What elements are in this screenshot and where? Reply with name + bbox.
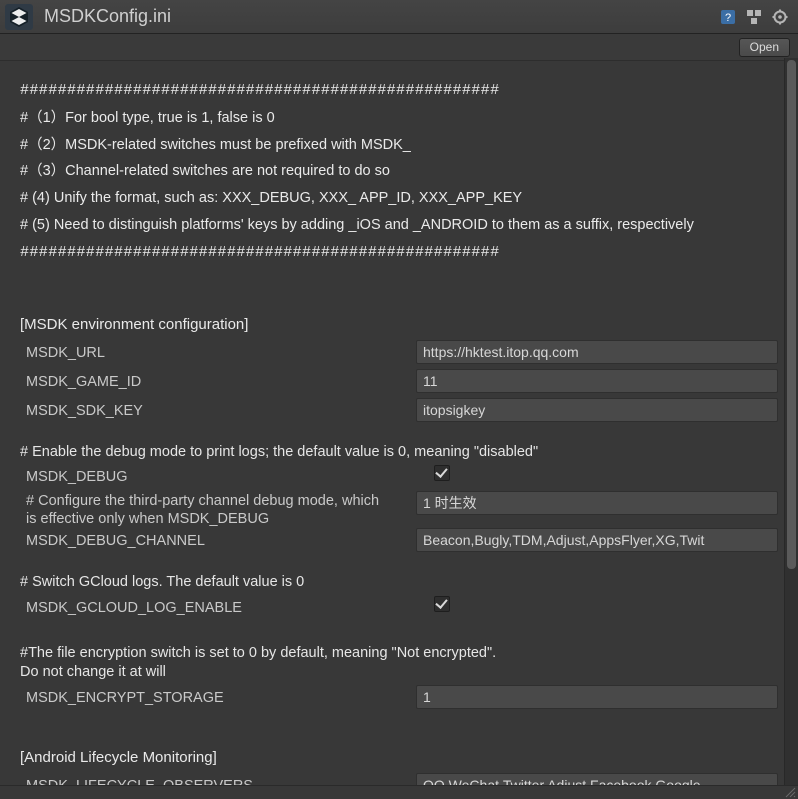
rule-line: # (4) Unify the format, such as: XXX_DEB… (20, 185, 788, 212)
config-key-label: MSDK_DEBUG_CHANNEL (20, 528, 416, 555)
section-title-env: [MSDK environment configuration] (20, 311, 788, 339)
debug-channel-input[interactable] (416, 528, 778, 552)
msdk-url-input[interactable] (416, 340, 778, 364)
config-row: # Configure the third-party channel debu… (20, 491, 788, 528)
vertical-scrollbar[interactable] (784, 58, 798, 785)
comment-text: Do not change it at will (20, 664, 166, 680)
section-title-lifecycle: [Android Lifecycle Monitoring] (20, 744, 788, 772)
config-row: MSDK_DEBUG_CHANNEL (20, 528, 788, 555)
msdk-gameid-input[interactable] (416, 369, 778, 393)
debug-effective-input[interactable] (416, 491, 778, 515)
rule-line: # (5) Need to distinguish platforms' key… (20, 212, 788, 239)
svg-text:?: ? (725, 12, 731, 24)
rule-line: #（2）MSDK-related switches must be prefix… (20, 132, 788, 159)
config-key-label: MSDK_GAME_ID (20, 369, 416, 396)
scrollbar-thumb[interactable] (787, 60, 796, 569)
config-key-label: MSDK_DEBUG (20, 464, 416, 491)
config-row: MSDK_SDK_KEY (20, 398, 788, 425)
hash-line-top: ########################################… (20, 77, 788, 105)
hash-line-bottom: ########################################… (20, 239, 788, 267)
comment-line: # Switch GCloud logs. The default value … (20, 573, 788, 593)
config-key-label: MSDK_ENCRYPT_STORAGE (20, 685, 416, 712)
inspector-header: MSDKConfig.ini ? (0, 0, 798, 34)
config-row: MSDK_ENCRYPT_STORAGE (20, 685, 788, 712)
rule-line: #（1）For bool type, true is 1, false is 0 (20, 105, 788, 132)
unity-logo-icon (4, 3, 34, 31)
comment-multiline: # Configure the third-party channel debu… (20, 491, 416, 528)
window-title: MSDKConfig.ini (44, 6, 720, 27)
rule-line: #（3）Channel-related switches are not req… (20, 158, 788, 185)
encrypt-storage-input[interactable] (416, 685, 778, 709)
content-area: ########################################… (0, 61, 798, 799)
msdk-debug-checkbox[interactable] (434, 465, 450, 481)
comment-text: is effective only when MSDK_DEBUG (26, 511, 269, 527)
comment-text: # Configure the third-party channel debu… (26, 493, 379, 509)
config-key-label: MSDK_SDK_KEY (20, 398, 416, 425)
gear-icon[interactable] (772, 9, 788, 25)
open-button[interactable]: Open (739, 38, 790, 57)
header-icon-group: ? (720, 9, 792, 25)
comment-text: #The file encryption switch is set to 0 … (20, 645, 496, 661)
prefab-icon[interactable] (746, 9, 762, 25)
gcloud-log-checkbox[interactable] (434, 596, 450, 612)
config-row: MSDK_GAME_ID (20, 369, 788, 396)
comment-line: # Enable the debug mode to print logs; t… (20, 443, 788, 463)
resize-grip-icon[interactable] (784, 786, 796, 798)
config-key-label: MSDK_URL (20, 340, 416, 367)
comment-line: #The file encryption switch is set to 0 … (20, 644, 788, 683)
bottom-bar (0, 785, 798, 799)
msdk-sdkkey-input[interactable] (416, 398, 778, 422)
config-key-label: MSDK_GCLOUD_LOG_ENABLE (20, 595, 416, 622)
help-icon[interactable]: ? (720, 9, 736, 25)
config-row: MSDK_DEBUG (20, 464, 788, 491)
config-row: MSDK_GCLOUD_LOG_ENABLE (20, 595, 788, 622)
subheader: Open (0, 34, 798, 61)
config-row: MSDK_URL (20, 340, 788, 367)
